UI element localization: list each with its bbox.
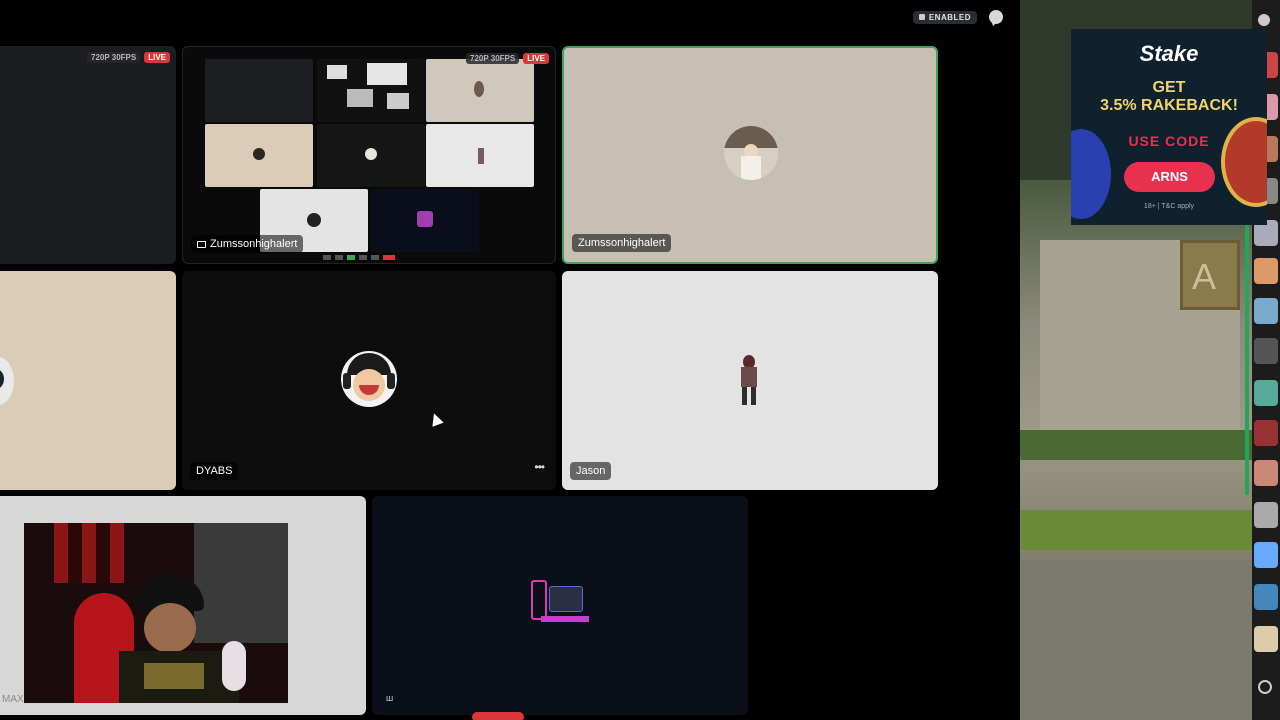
- participant-name-tag: Zumssonhighalert: [191, 235, 304, 253]
- enabled-status-pill[interactable]: ENABLED: [912, 10, 977, 24]
- stream-tile-1[interactable]: 720P 30FPS LIVE: [0, 46, 176, 264]
- screen-share-icon: [197, 240, 206, 248]
- leave-call-button[interactable]: [472, 712, 524, 720]
- thumbnail[interactable]: [1254, 584, 1278, 610]
- thumbnail[interactable]: [1254, 626, 1278, 652]
- thumbnail[interactable]: [1254, 420, 1278, 446]
- live-badge: LIVE: [523, 53, 549, 64]
- more-options-icon[interactable]: •••: [534, 460, 545, 474]
- thumbnail[interactable]: [1254, 380, 1278, 406]
- participant-tile-webcam[interactable]: MAX: [0, 496, 366, 715]
- cursor-icon: [428, 411, 444, 427]
- avatar: [0, 357, 14, 405]
- enabled-label: ENABLED: [928, 12, 971, 22]
- nested-tile: [317, 59, 425, 122]
- ad-code-button[interactable]: ARNS: [1124, 162, 1215, 192]
- thumbnail[interactable]: [1254, 502, 1278, 528]
- ad-brand: Stake: [1139, 41, 1199, 66]
- thumbnail[interactable]: [1254, 258, 1278, 284]
- avatar: [527, 576, 593, 632]
- thumbnail[interactable]: [1254, 338, 1278, 364]
- stream-badges: 720P 30FPS LIVE: [87, 52, 170, 63]
- nested-tile: [205, 124, 313, 187]
- live-badge: LIVE: [144, 52, 170, 63]
- webcam-feed: [24, 523, 288, 703]
- chat-icon[interactable]: [989, 10, 1003, 24]
- broadcast-icon: [1258, 680, 1272, 694]
- ad-line2: 3.5% RAKEBACK!: [1100, 97, 1238, 114]
- sponsor-ad[interactable]: Stake GET 3.5% RAKEBACK! USE CODE ARNS 1…: [1071, 29, 1267, 225]
- enabled-icon: [918, 14, 925, 20]
- active-indicator: [1245, 225, 1249, 495]
- participant-name-tag: DYABS: [190, 462, 239, 480]
- nested-tile: [426, 59, 534, 122]
- ad-line3: USE CODE: [1128, 133, 1210, 149]
- participant-name-tag: Jason: [570, 462, 612, 480]
- nested-tile: [371, 189, 479, 252]
- cam-icon: ш: [386, 693, 394, 703]
- participant-name-tag: Zumssonhighalert: [572, 234, 672, 252]
- participant-name-tag: MAX: [2, 694, 24, 705]
- thumbnail[interactable]: [1254, 298, 1278, 324]
- nested-tile: [426, 124, 534, 187]
- voice-call-area: ENABLED 720P 30FPS LIVE 720P 30FPS LIVE …: [0, 0, 1020, 720]
- stream-tile-2[interactable]: 720P 30FPS LIVE Zumssonhighalert: [182, 46, 556, 264]
- avatar: [341, 351, 397, 407]
- nested-tile: [205, 59, 313, 122]
- thumbnail[interactable]: [1254, 460, 1278, 486]
- avatar: [724, 126, 778, 180]
- participant-tile-zumsson[interactable]: Zumssonhighalert: [562, 46, 938, 264]
- avatar: [728, 349, 772, 411]
- nested-controls: [323, 255, 423, 261]
- bottom-controls: [220, 712, 524, 720]
- ad-line1: GET: [1152, 79, 1186, 96]
- participant-tile-jason[interactable]: Jason: [562, 271, 938, 490]
- quality-badge: 720P 30FPS: [466, 53, 520, 64]
- stream-badges: 720P 30FPS LIVE: [466, 53, 549, 64]
- participant-tile-logo[interactable]: ш: [372, 496, 748, 715]
- participant-tile-dyabs[interactable]: DYABS •••: [182, 271, 556, 490]
- user-icon[interactable]: [1258, 14, 1270, 26]
- ad-fine-print: 18+ | T&C apply: [1143, 203, 1195, 210]
- thumbnail[interactable]: [1254, 542, 1278, 568]
- participant-tile-left[interactable]: [0, 271, 176, 490]
- nested-tile: [317, 124, 425, 187]
- site-sign: A: [1192, 256, 1217, 297]
- quality-badge: 720P 30FPS: [87, 52, 141, 63]
- call-top-controls: ENABLED: [912, 10, 1003, 24]
